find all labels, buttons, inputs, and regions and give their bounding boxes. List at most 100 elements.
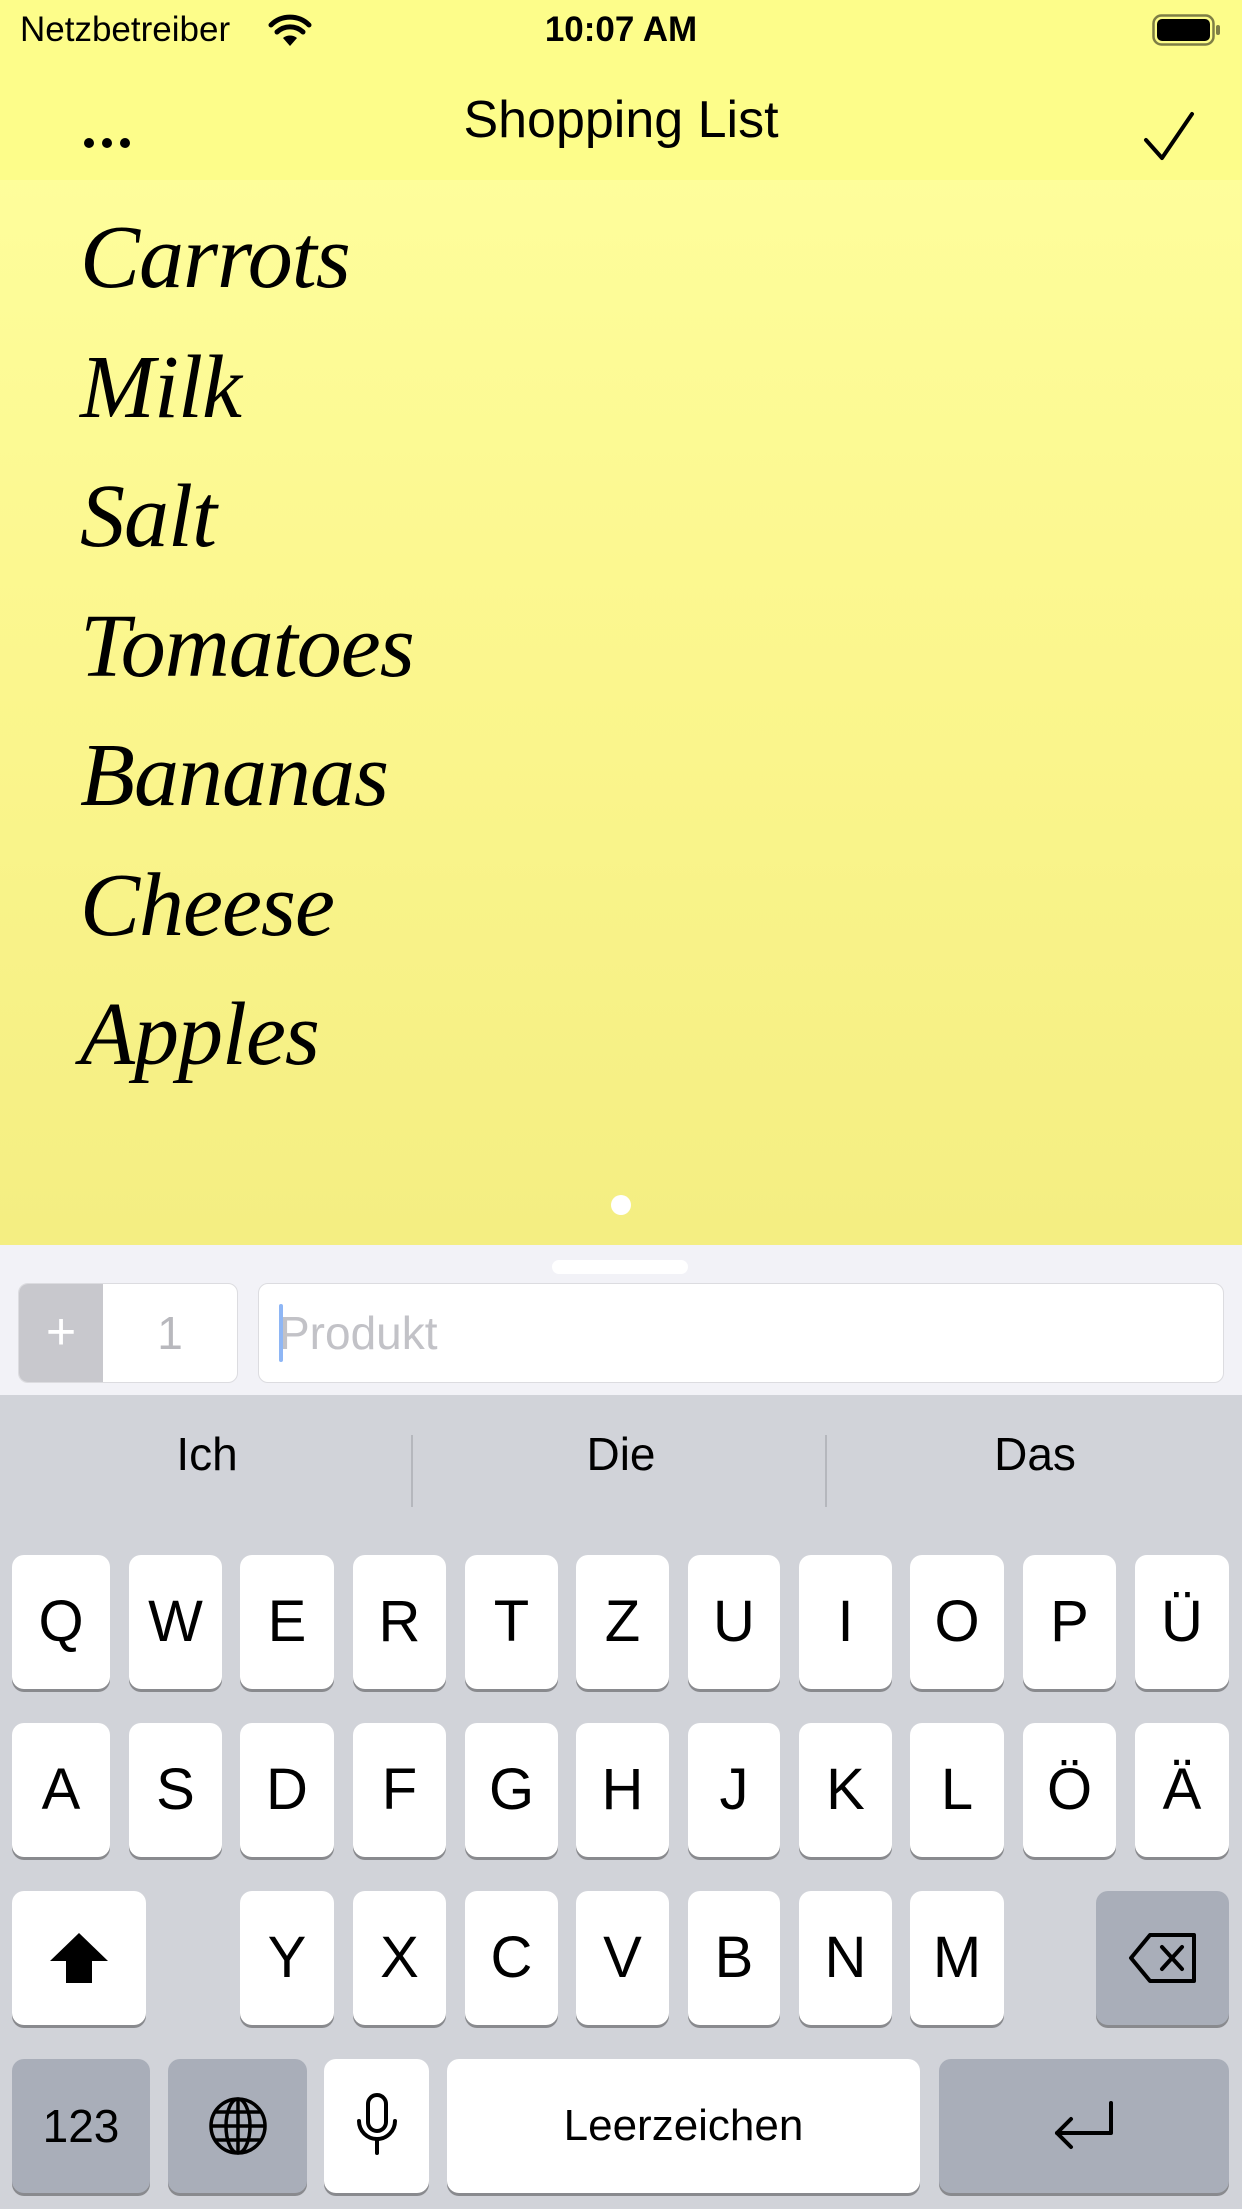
key-m[interactable]: M (910, 1891, 1004, 2025)
key-label: U (713, 1589, 755, 1654)
key-label: R (378, 1589, 421, 1654)
page-title: Shopping List (463, 91, 779, 149)
status-bar: Netzbetreiber 10:07 AM (0, 0, 1242, 62)
list-item[interactable]: Tomatoes (80, 587, 415, 717)
key-e[interactable]: E (240, 1555, 334, 1689)
key-n[interactable]: N (799, 1891, 892, 2025)
key-label: F (381, 1757, 418, 1822)
key-label: G (488, 1757, 535, 1822)
drag-handle[interactable] (552, 1260, 688, 1274)
key-ue[interactable]: Ü (1135, 1555, 1229, 1689)
key-label: T (493, 1589, 530, 1654)
input-bar: + 1 (0, 1245, 1242, 1395)
key-label: Q (38, 1589, 84, 1654)
key-y[interactable]: Y (240, 1891, 334, 2025)
key-label: Ü (1161, 1589, 1203, 1654)
suggestion-1[interactable]: Ich (0, 1395, 414, 1513)
key-label: Y (267, 1925, 307, 1990)
quantity-stepper: + 1 (18, 1283, 238, 1383)
key-l[interactable]: L (910, 1723, 1004, 1857)
numbers-key[interactable]: 123 (12, 2059, 150, 2193)
key-f[interactable]: F (353, 1723, 446, 1857)
key-s[interactable]: S (129, 1723, 222, 1857)
key-label: P (1050, 1589, 1089, 1654)
backspace-icon (1128, 1933, 1196, 1983)
key-i[interactable]: I (799, 1555, 892, 1689)
globe-icon (208, 2097, 267, 2155)
key-label: B (714, 1925, 754, 1990)
key-z[interactable]: Z (576, 1555, 669, 1689)
suggestion-2[interactable]: Die (414, 1395, 828, 1513)
list-item[interactable]: Milk (80, 328, 414, 458)
suggestion-divider (825, 1435, 827, 1507)
key-label: Z (604, 1589, 641, 1654)
key-q[interactable]: Q (12, 1555, 110, 1689)
key-label: N (824, 1925, 867, 1990)
key-label: M (932, 1925, 982, 1990)
key-label: I (837, 1589, 854, 1654)
navigation-bar: Shopping List (0, 62, 1242, 180)
key-a[interactable]: A (12, 1723, 110, 1857)
battery-icon (1152, 14, 1220, 46)
key-w[interactable]: W (129, 1555, 222, 1689)
key-label: Ö (1046, 1757, 1093, 1822)
product-input[interactable] (258, 1283, 1224, 1383)
key-k[interactable]: K (799, 1723, 892, 1857)
list-item[interactable]: Bananas (80, 716, 414, 846)
microphone-key[interactable] (324, 2059, 429, 2193)
key-c[interactable]: C (465, 1891, 558, 2025)
space-key[interactable]: Leerzeichen (447, 2059, 920, 2193)
keyboard: Ich Die Das Q W E R T Z U I O P Ü A S D … (0, 1395, 1242, 2208)
backspace-key[interactable] (1096, 1891, 1229, 2025)
key-label: J (719, 1757, 749, 1822)
key-label: W (148, 1589, 203, 1654)
quantity-field[interactable]: 1 (103, 1284, 237, 1382)
list-item[interactable]: Salt (80, 457, 414, 587)
globe-key[interactable] (168, 2059, 307, 2193)
key-ae[interactable]: Ä (1135, 1723, 1229, 1857)
suggestion-divider (411, 1435, 413, 1507)
microphone-icon (356, 2093, 397, 2155)
key-label: X (380, 1925, 419, 1990)
key-label: Ä (1162, 1757, 1202, 1822)
key-label: H (601, 1757, 644, 1822)
page-indicator-dot[interactable] (611, 1195, 631, 1215)
key-j[interactable]: J (688, 1723, 780, 1857)
key-d[interactable]: D (240, 1723, 334, 1857)
shopping-list: Carrots Milk Salt Tomatoes Bananas Chees… (80, 198, 415, 1105)
key-label: S (156, 1757, 195, 1822)
key-b[interactable]: B (688, 1891, 780, 2025)
key-oe[interactable]: Ö (1023, 1723, 1116, 1857)
key-label: 123 (42, 2100, 120, 2152)
key-label: L (940, 1757, 974, 1822)
key-h[interactable]: H (576, 1723, 669, 1857)
key-g[interactable]: G (465, 1723, 558, 1857)
key-x[interactable]: X (353, 1891, 446, 2025)
key-label: D (266, 1757, 308, 1822)
plus-button[interactable]: + (19, 1284, 103, 1382)
checkmark-done-button[interactable] (1140, 108, 1200, 168)
shift-icon (50, 1933, 108, 1983)
list-item[interactable]: Apples (80, 975, 414, 1105)
key-o[interactable]: O (910, 1555, 1004, 1689)
key-t[interactable]: T (465, 1555, 558, 1689)
key-label: O (934, 1589, 980, 1654)
text-caret (279, 1304, 283, 1362)
list-item[interactable]: Cheese (80, 846, 414, 976)
key-v[interactable]: V (576, 1891, 669, 2025)
key-label: E (267, 1589, 307, 1654)
key-label: Leerzeichen (563, 2101, 804, 2150)
key-u[interactable]: U (688, 1555, 780, 1689)
key-label: C (490, 1925, 533, 1990)
list-item[interactable]: Carrots (80, 198, 414, 328)
key-p[interactable]: P (1023, 1555, 1116, 1689)
return-icon (1055, 2101, 1113, 2149)
shift-key[interactable] (12, 1891, 146, 2025)
key-label: A (41, 1757, 81, 1822)
key-r[interactable]: R (353, 1555, 446, 1689)
status-time: 10:07 AM (544, 10, 698, 49)
key-label: K (826, 1757, 865, 1822)
suggestion-3[interactable]: Das (828, 1395, 1242, 1513)
return-key[interactable] (939, 2059, 1229, 2193)
key-label: V (603, 1925, 642, 1990)
